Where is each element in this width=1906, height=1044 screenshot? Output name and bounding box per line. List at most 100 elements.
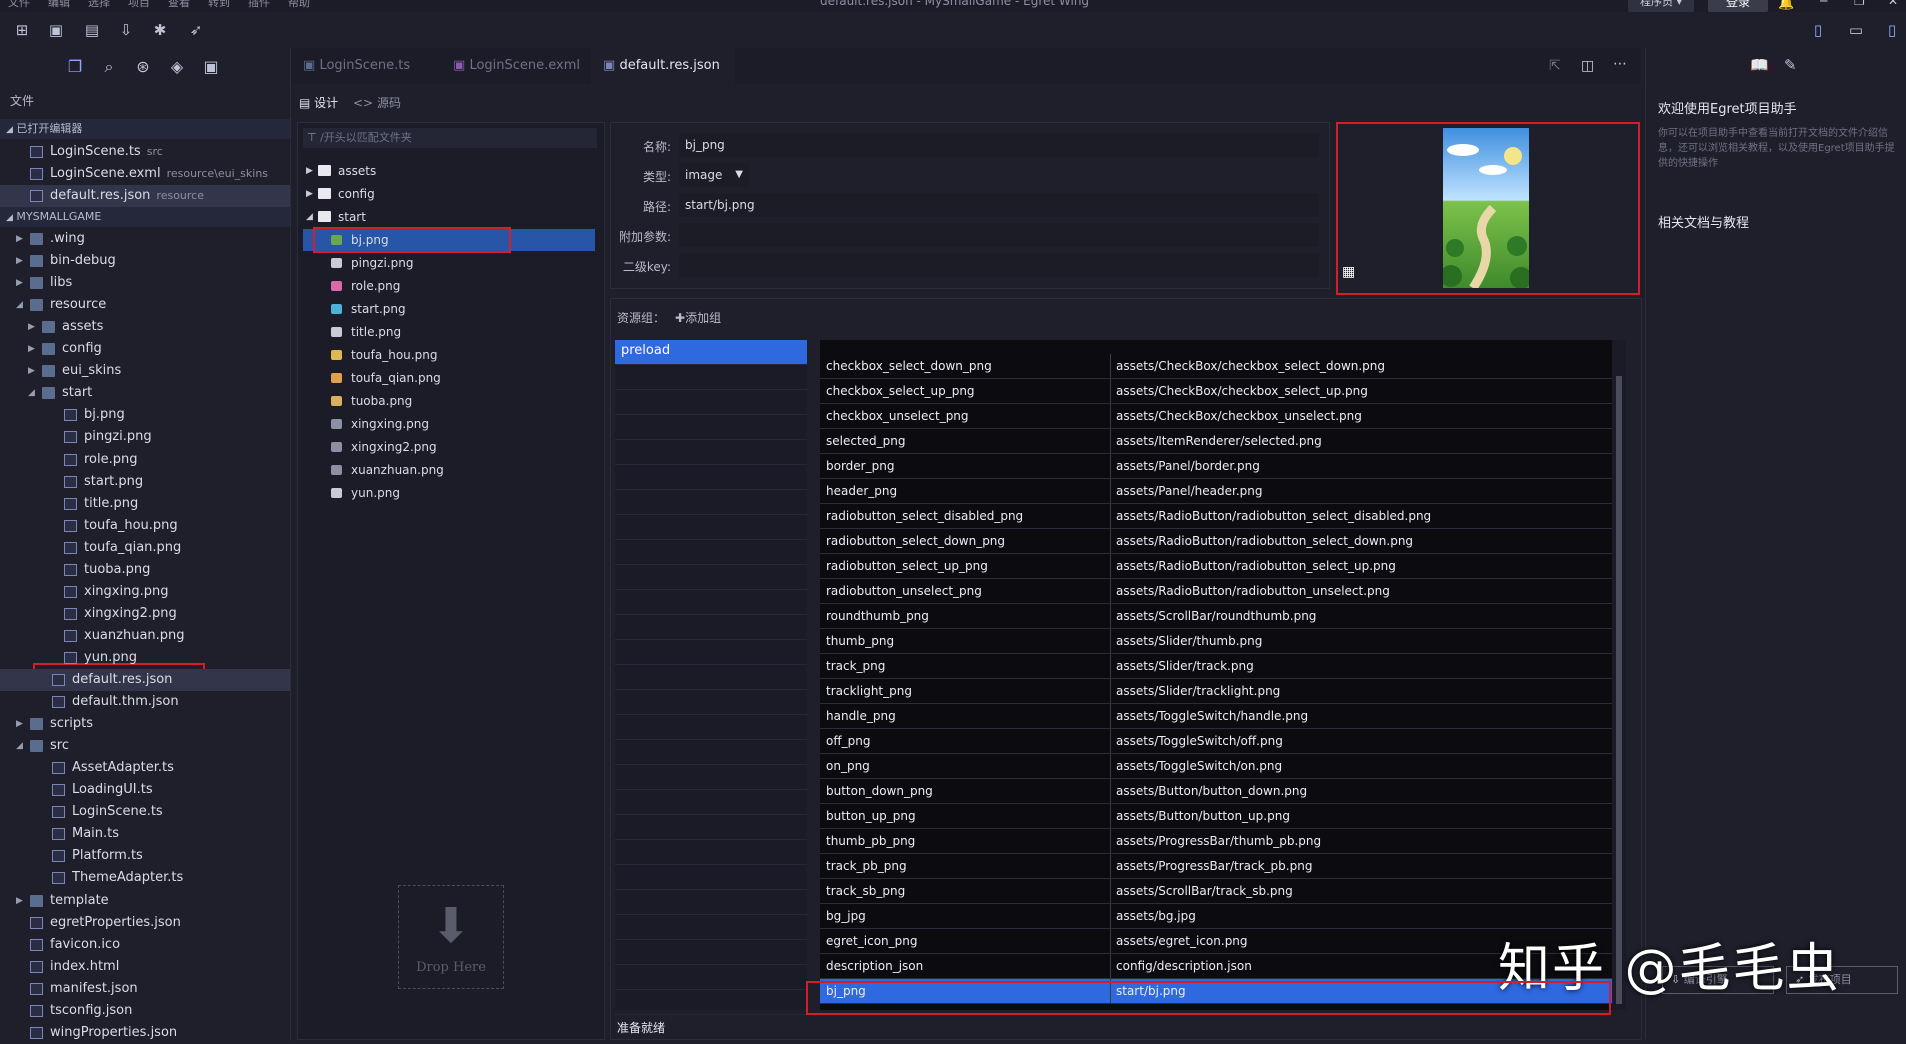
tree-item-file[interactable]: toufa_hou.png: [0, 515, 290, 537]
type-select[interactable]: image ▼: [679, 163, 749, 187]
group-row[interactable]: [615, 940, 807, 965]
toggle-right-panel-icon[interactable]: ▯: [1882, 20, 1902, 40]
tree-item-folder[interactable]: ◢ start: [0, 382, 290, 404]
group-row[interactable]: [615, 865, 807, 890]
save-icon[interactable]: ▣: [46, 20, 66, 40]
table-row[interactable]: selected_png assets/ItemRenderer/selected…: [820, 429, 1612, 454]
login-button[interactable]: 登录: [1708, 0, 1768, 12]
new-project-icon[interactable]: ⊞: [12, 20, 32, 40]
tree-item-file[interactable]: egretProperties.json: [0, 912, 290, 934]
group-row[interactable]: [615, 715, 807, 740]
chevron-right-icon[interactable]: ▶: [16, 890, 26, 912]
table-row[interactable]: border_png assets/Panel/border.png: [820, 454, 1612, 479]
open-editor-item[interactable]: LoginScene.exml resource\eui_skins: [0, 163, 290, 185]
table-row[interactable]: roundthumb_png assets/ScrollBar/roundthum…: [820, 604, 1612, 629]
menu-item-7[interactable]: 帮助: [288, 0, 310, 8]
res-tree-item-file[interactable]: xingxing.png: [298, 413, 604, 435]
group-row[interactable]: [615, 665, 807, 690]
tree-item-file[interactable]: tuoba.png: [0, 559, 290, 581]
group-row[interactable]: [615, 365, 807, 390]
res-tree-item-file[interactable]: yun.png: [298, 482, 604, 504]
table-row[interactable]: button_down_png assets/Button/button_down…: [820, 779, 1612, 804]
tree-item-folder[interactable]: ◢ src: [0, 735, 290, 757]
chevron-right-icon[interactable]: ▶: [28, 316, 38, 338]
group-row[interactable]: [615, 990, 807, 1015]
group-row[interactable]: [615, 790, 807, 815]
tree-item-folder[interactable]: ▶ eui_skins: [0, 360, 290, 382]
tree-item-file[interactable]: tsconfig.json: [0, 1000, 290, 1022]
table-row[interactable]: description_json config/description.json: [820, 954, 1612, 979]
res-tree-item-file[interactable]: xuanzhuan.png: [298, 459, 604, 481]
menu-item-6[interactable]: 插件: [248, 0, 270, 8]
tree-item-folder[interactable]: ▶ config: [0, 338, 290, 360]
user-menu[interactable]: 程序员 ▾: [1628, 0, 1694, 12]
group-row[interactable]: [615, 690, 807, 715]
frame-icon[interactable]: ▦: [1342, 264, 1355, 280]
table-row[interactable]: radiobutton_select_disabled_png assets/Ra…: [820, 504, 1612, 529]
group-row[interactable]: [615, 615, 807, 640]
extensions-icon[interactable]: ⊛: [132, 56, 154, 78]
tree-item-file[interactable]: role.png: [0, 449, 290, 471]
table-row[interactable]: thumb_png assets/Slider/thumb.png: [820, 629, 1612, 654]
res-tree-item-folder[interactable]: ◢ start: [298, 206, 604, 228]
menu-item-0[interactable]: 文件: [8, 0, 30, 8]
debug-icon[interactable]: ✱: [150, 20, 170, 40]
group-row[interactable]: [615, 765, 807, 790]
more-actions-icon[interactable]: ⋯: [1613, 56, 1627, 72]
tree-item-file[interactable]: index.html: [0, 956, 290, 978]
tree-item-file[interactable]: LoadingUI.ts: [0, 779, 290, 801]
chevron-right-icon[interactable]: ▶: [16, 228, 26, 250]
group-row[interactable]: [615, 640, 807, 665]
table-row[interactable]: checkbox_select_down_png assets/CheckBox/…: [820, 354, 1612, 379]
table-row[interactable]: radiobutton_select_up_png assets/RadioBut…: [820, 554, 1612, 579]
design-tab[interactable]: ▤ 设计: [299, 94, 338, 111]
export-icon[interactable]: ⇩: [116, 20, 136, 40]
group-row[interactable]: [615, 740, 807, 765]
tree-item-file[interactable]: Main.ts: [0, 823, 290, 845]
tree-item-file[interactable]: bj.png: [0, 404, 290, 426]
chevron-down-icon[interactable]: ◢: [16, 294, 26, 316]
tree-item-file[interactable]: ThemeAdapter.ts: [0, 867, 290, 889]
table-row[interactable]: radiobutton_select_down_png assets/RadioB…: [820, 529, 1612, 554]
table-row[interactable]: checkbox_select_up_png assets/CheckBox/ch…: [820, 379, 1612, 404]
project-header[interactable]: ◢ MYSMALLGAME: [0, 207, 290, 227]
git-icon[interactable]: ◈: [166, 56, 188, 78]
group-row[interactable]: preload: [615, 340, 807, 365]
res-tree-item-file[interactable]: title.png: [298, 321, 604, 343]
tree-item-file[interactable]: LoginScene.ts: [0, 801, 290, 823]
chevron-right-icon[interactable]: ▶: [16, 713, 26, 735]
table-row[interactable]: handle_png assets/ToggleSwitch/handle.png: [820, 704, 1612, 729]
scrollbar-thumb[interactable]: [1616, 376, 1622, 1004]
book-icon[interactable]: 📖: [1750, 56, 1769, 74]
tree-item-folder[interactable]: ▶ .wing: [0, 228, 290, 250]
tree-item-folder[interactable]: ▶ template: [0, 890, 290, 912]
res-tree-item-file[interactable]: start.png: [298, 298, 604, 320]
scrollbar-track[interactable]: [1612, 340, 1626, 1010]
tree-item-folder[interactable]: ▶ libs: [0, 272, 290, 294]
group-row[interactable]: [615, 390, 807, 415]
path-field[interactable]: start/bj.png: [679, 193, 1319, 217]
table-row[interactable]: tracklight_png assets/Slider/tracklight.p…: [820, 679, 1612, 704]
table-row[interactable]: radiobutton_unselect_png assets/RadioButt…: [820, 579, 1612, 604]
minimize-icon[interactable]: ─: [1820, 0, 1827, 8]
table-row[interactable]: button_up_png assets/Button/button_up.png: [820, 804, 1612, 829]
tree-filter-input[interactable]: ⊤ /开头以匹配文件夹: [303, 128, 597, 148]
chevron-down-icon[interactable]: ◢: [16, 735, 26, 757]
tree-item-file[interactable]: toufa_qian.png: [0, 537, 290, 559]
resource-icon[interactable]: ▣: [200, 56, 222, 78]
tree-item-folder[interactable]: ◢ resource: [0, 294, 290, 316]
table-row[interactable]: bg_jpg assets/bg.jpg: [820, 904, 1612, 929]
add-group-button[interactable]: ✚添加组: [675, 309, 721, 326]
res-tree-item-file[interactable]: toufa_qian.png: [298, 367, 604, 389]
group-row[interactable]: [615, 890, 807, 915]
tree-item-file[interactable]: start.png: [0, 471, 290, 493]
toggle-bottom-panel-icon[interactable]: ▭: [1846, 20, 1866, 40]
open-editor-item[interactable]: default.res.json resource: [0, 185, 290, 207]
extra-params-field[interactable]: [679, 223, 1319, 247]
tree-item-file[interactable]: xingxing.png: [0, 581, 290, 603]
chevron-down-icon[interactable]: ◢: [28, 382, 38, 404]
tree-item-file[interactable]: Platform.ts: [0, 845, 290, 867]
group-row[interactable]: [615, 540, 807, 565]
open-editors-header[interactable]: ◢ 已打开编辑器: [0, 119, 290, 139]
table-row[interactable]: egret_icon_png assets/egret_icon.png: [820, 929, 1612, 954]
